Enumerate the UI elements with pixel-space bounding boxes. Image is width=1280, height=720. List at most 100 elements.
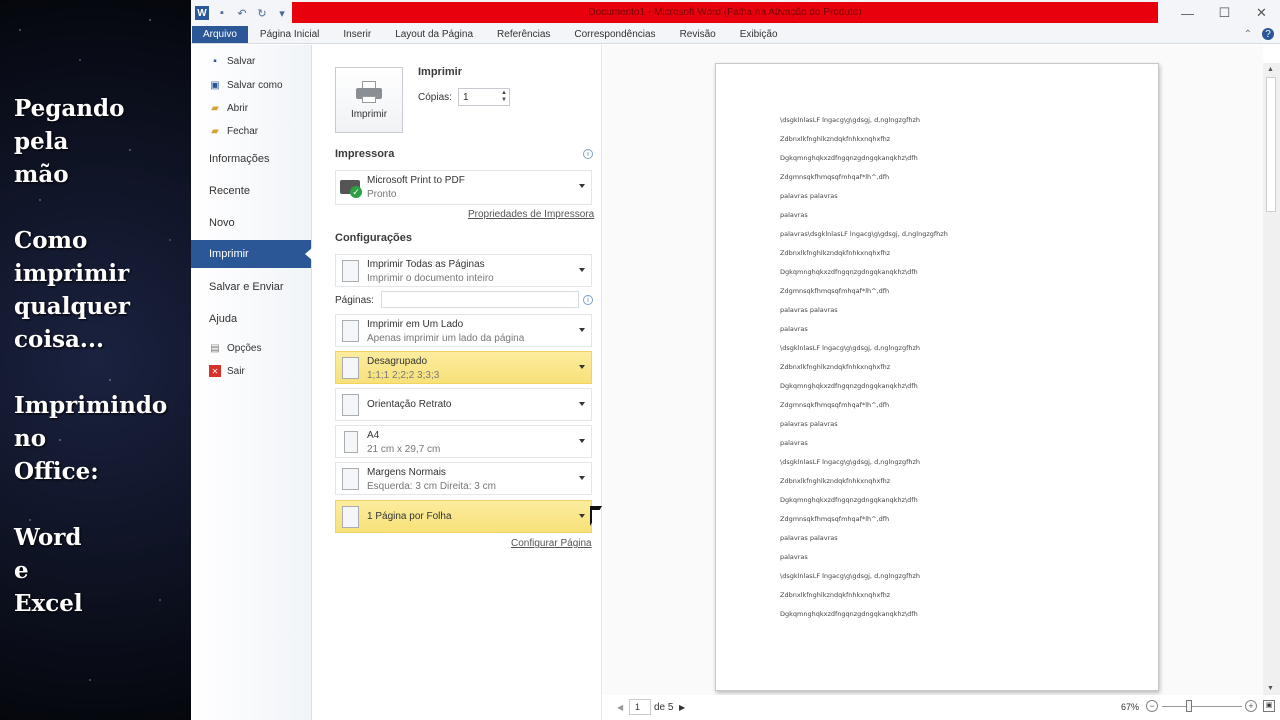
close-button[interactable]: ✕ — [1243, 0, 1280, 26]
nav-imprimir[interactable]: Imprimir — [191, 240, 312, 268]
nav-salvar-enviar[interactable]: Salvar e Enviar — [209, 281, 284, 293]
nav-salvar[interactable]: ▪ Salvar — [209, 55, 255, 67]
save-icon[interactable]: ▪ — [215, 6, 229, 20]
document-line: Dgkqmnghqkxzdfngqnzgdngqkanqkhz\dfh — [780, 154, 918, 162]
overlay-text-4: Word e Excel — [14, 524, 83, 617]
collate-icon — [342, 357, 359, 379]
sides-dropdown[interactable]: Imprimir em Um Lado Apenas imprimir um l… — [335, 314, 592, 347]
copies-value: 1 — [463, 91, 469, 103]
document-line: Zdgmnsqkfhmqsqfmhqaf*lh^,dfh — [780, 515, 890, 523]
document-line: palavras\dsgklnlasLF lngacg\g\gdsgj, d,n… — [780, 230, 948, 238]
preview-page: \dsgklnlasLF lngacg\g\gdsgj, d,nglngzgfh… — [715, 63, 1159, 691]
document-line: \dsgklnlasLF lngacg\g\gdsgj, d,nglngzgfh… — [780, 116, 921, 124]
previous-page-icon[interactable]: ◀ — [617, 703, 623, 712]
minimize-button[interactable]: — — [1169, 0, 1206, 26]
document-line: Zdbnxlkfnghlkzndqkfnhkxnqhxfhz — [780, 249, 891, 257]
redo-icon[interactable]: ↻ — [255, 6, 269, 20]
nav-abrir[interactable]: ▰ Abrir — [209, 102, 248, 114]
document-line: palavras palavras — [780, 534, 838, 542]
pages-input[interactable] — [381, 291, 579, 308]
undo-icon[interactable]: ↶ — [235, 6, 249, 20]
tab-revisao[interactable]: Revisão — [668, 26, 728, 43]
print-range-main: Imprimir Todas as Páginas — [367, 259, 485, 270]
nav-label: Abrir — [227, 102, 249, 114]
nav-fechar[interactable]: ▰ Fechar — [209, 125, 258, 137]
zoom-level[interactable]: 67% — [1121, 702, 1139, 712]
paper-size-sub: 21 cm x 29,7 cm — [367, 444, 441, 455]
tab-inserir[interactable]: Inserir — [331, 26, 383, 43]
tab-arquivo[interactable]: Arquivo — [192, 26, 248, 43]
nav-salvar-como[interactable]: ▣ Salvar como — [209, 79, 282, 91]
folder-close-icon: ▰ — [211, 125, 219, 137]
info-icon[interactable]: i — [583, 149, 593, 159]
nav-sair[interactable]: ✕ Sair — [209, 365, 245, 377]
document-line: Dgkqmnghqkxzdfngqnzgdngqkanqkhz\dfh — [780, 610, 918, 618]
printer-section-title: Impressora — [335, 148, 395, 160]
zoom-out-icon[interactable]: − — [1146, 700, 1158, 712]
chevron-down-icon — [579, 402, 585, 406]
tab-pagina-inicial[interactable]: Página Inicial — [248, 26, 331, 43]
print-button[interactable]: Imprimir — [335, 67, 403, 133]
overlay-text-1: Pegando pela mão — [14, 95, 125, 188]
nav-recente[interactable]: Recente — [209, 185, 250, 197]
quick-access-toolbar: W ▪ ↶ ↻ ▾ — [191, 4, 289, 22]
nav-label: Salvar — [227, 55, 256, 67]
overlay-text-3: Imprimindo no Office: — [14, 392, 168, 485]
chevron-down-icon — [579, 268, 585, 272]
zoom-slider[interactable] — [1162, 706, 1242, 707]
printer-properties-link[interactable]: Propriedades de Impressora — [468, 209, 594, 220]
document-line: palavras palavras — [780, 420, 838, 428]
tab-layout-da-pagina[interactable]: Layout da Página — [383, 26, 485, 43]
page-number-input[interactable]: 1 — [629, 699, 651, 715]
copies-stepper[interactable]: 1 ▲ ▼ — [458, 88, 510, 106]
scroll-down-icon[interactable]: ▼ — [1267, 685, 1274, 692]
tab-correspondencias[interactable]: Correspondências — [562, 26, 667, 43]
orientation-dropdown[interactable]: Orientação Retrato — [335, 388, 592, 421]
document-line: Dgkqmnghqkxzdfngqnzgdngqkanqkhz\dfh — [780, 496, 918, 504]
pages-per-sheet-icon — [342, 506, 359, 528]
preview-scrollbar[interactable]: ▲ ▼ — [1263, 63, 1280, 695]
info-icon[interactable]: i — [583, 295, 593, 305]
one-side-icon — [342, 320, 359, 342]
document-line: Zdbnxlkfnghlkzndqkfnhkxnqhxfhz — [780, 591, 891, 599]
spinner-arrows-icon[interactable]: ▲ ▼ — [501, 90, 507, 104]
zoom-in-icon[interactable]: + — [1245, 700, 1257, 712]
paper-size-dropdown[interactable]: A4 21 cm x 29,7 cm — [335, 425, 592, 458]
copies-label: Cópias: — [418, 92, 452, 103]
portrait-icon — [342, 394, 359, 416]
word-app-icon[interactable]: W — [195, 6, 209, 20]
document-line: palavras — [780, 325, 808, 333]
printer-dropdown[interactable]: ✓ Microsoft Print to PDF Pronto — [335, 170, 592, 205]
pages-per-sheet-dropdown[interactable]: 1 Página por Folha — [335, 500, 592, 533]
pages-label: Páginas: — [335, 295, 374, 306]
customize-toolbar-icon[interactable]: ▾ — [275, 6, 289, 20]
chevron-down-icon — [579, 439, 585, 443]
margins-dropdown[interactable]: Margens Normais Esquerda: 3 cm Direita: … — [335, 462, 592, 495]
window-title: Documento1 - Microsoft Word (Falha na At… — [292, 2, 1158, 23]
chevron-down-icon — [579, 328, 585, 332]
margins-icon — [342, 468, 359, 490]
page-setup-link[interactable]: Configurar Página — [511, 538, 592, 549]
zoom-slider-thumb[interactable] — [1186, 700, 1192, 712]
print-range-dropdown[interactable]: Imprimir Todas as Páginas Imprimir o doc… — [335, 254, 592, 287]
nav-informacoes[interactable]: Informações — [209, 153, 270, 165]
nav-novo[interactable]: Novo — [209, 217, 235, 229]
nav-ajuda[interactable]: Ajuda — [209, 313, 237, 325]
collate-dropdown[interactable]: Desagrupado 1;1;1 2;2;2 3;3;3 — [335, 351, 592, 384]
collate-main: Desagrupado — [367, 356, 428, 367]
chevron-down-icon — [579, 476, 585, 480]
sides-main: Imprimir em Um Lado — [367, 319, 464, 330]
tab-exibicao[interactable]: Exibição — [728, 26, 790, 43]
next-page-icon[interactable]: ▶ — [679, 703, 685, 712]
nav-label: Opções — [227, 342, 262, 354]
scroll-up-icon[interactable]: ▲ — [1267, 66, 1274, 73]
scrollbar-thumb[interactable] — [1266, 77, 1276, 212]
document-line: palavras palavras — [780, 192, 838, 200]
video-overlay-panel: Pegando pela mão Como imprimir qualquer … — [0, 0, 191, 720]
nav-opcoes[interactable]: ▤ Opções — [209, 342, 261, 354]
maximize-button[interactable]: ☐ — [1206, 0, 1243, 26]
fit-page-icon[interactable]: ▣ — [1263, 700, 1275, 712]
chevron-up-icon[interactable]: ⌃ — [1242, 28, 1254, 40]
help-icon[interactable]: ? — [1262, 28, 1274, 40]
tab-referencias[interactable]: Referências — [485, 26, 562, 43]
